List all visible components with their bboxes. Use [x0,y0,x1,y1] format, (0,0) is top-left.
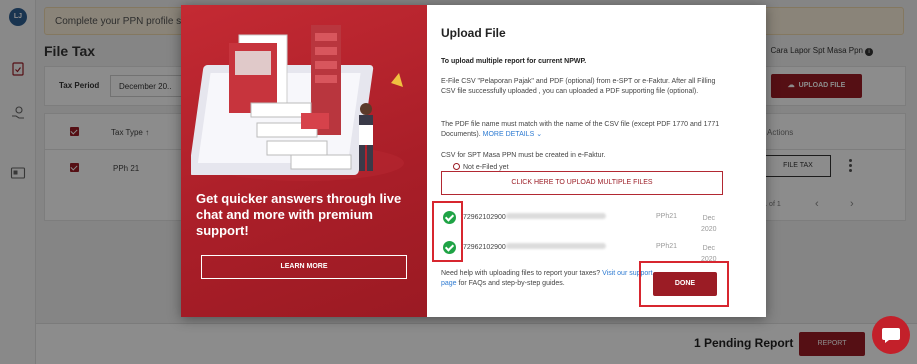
file-period: Dec 2020 [701,213,717,235]
help-prefix: Need help with uploading files to report… [441,270,601,277]
blurred-filename [505,243,606,249]
file-month: Dec [702,215,716,222]
upload-subtitle: To upload multiple report for current NP… [441,58,587,65]
upload-title: Upload File [441,26,506,40]
blurred-filename [505,213,606,219]
upload-panel: Upload File To upload multiple report fo… [427,5,766,317]
highlight-box-checks [432,201,463,262]
csv-note: CSV for SPT Masa PPN must be created in … [441,152,606,159]
upload-modal: Get quicker answers through live chat an… [181,5,766,317]
file-month: Dec [702,245,716,252]
more-details-link[interactable]: MORE DETAILS ⌄ [483,131,542,138]
help-suffix: for FAQs and step-by-step guides. [458,280,565,287]
not-filed-status: Not e-Filed yet [453,163,509,171]
help-text: Need help with uploading files to report… [441,269,653,289]
learn-more-button[interactable]: LEARN MORE [201,255,407,279]
file-name-text: 72962102900 [463,244,506,251]
file-tax-type: PPh21 [656,213,678,220]
file-tax-type: PPh21 [656,243,678,250]
chevron-down-icon: ⌄ [536,131,543,138]
status-pin-icon [453,163,460,170]
chat-button[interactable] [872,316,910,354]
more-details-label: MORE DETAILS [482,131,535,138]
filename-rule: The PDF file name must match with the na… [441,120,731,140]
file-name-text: 72962102900 [463,214,506,221]
promo-panel: Get quicker answers through live chat an… [181,5,427,317]
promo-headline: Get quicker answers through live chat an… [196,191,402,238]
highlight-box-done [639,261,729,307]
file-year: 2020 [701,226,717,233]
promo-illustration [191,25,404,181]
uploaded-file-row: 72962102900 PPh21 Dec 2020 [441,239,731,263]
file-name: 72962102900 [463,213,606,221]
chat-icon [882,328,900,343]
not-filed-label: Not e-Filed yet [463,164,509,171]
upload-instructions: E-File CSV "Pelaporan Pajak" and PDF (op… [441,78,716,95]
upload-multiple-button[interactable]: CLICK HERE TO UPLOAD MULTIPLE FILES [441,171,723,195]
file-name: 72962102900 [463,243,606,251]
uploaded-file-row: 72962102900 PPh21 Dec 2020 [441,209,731,233]
